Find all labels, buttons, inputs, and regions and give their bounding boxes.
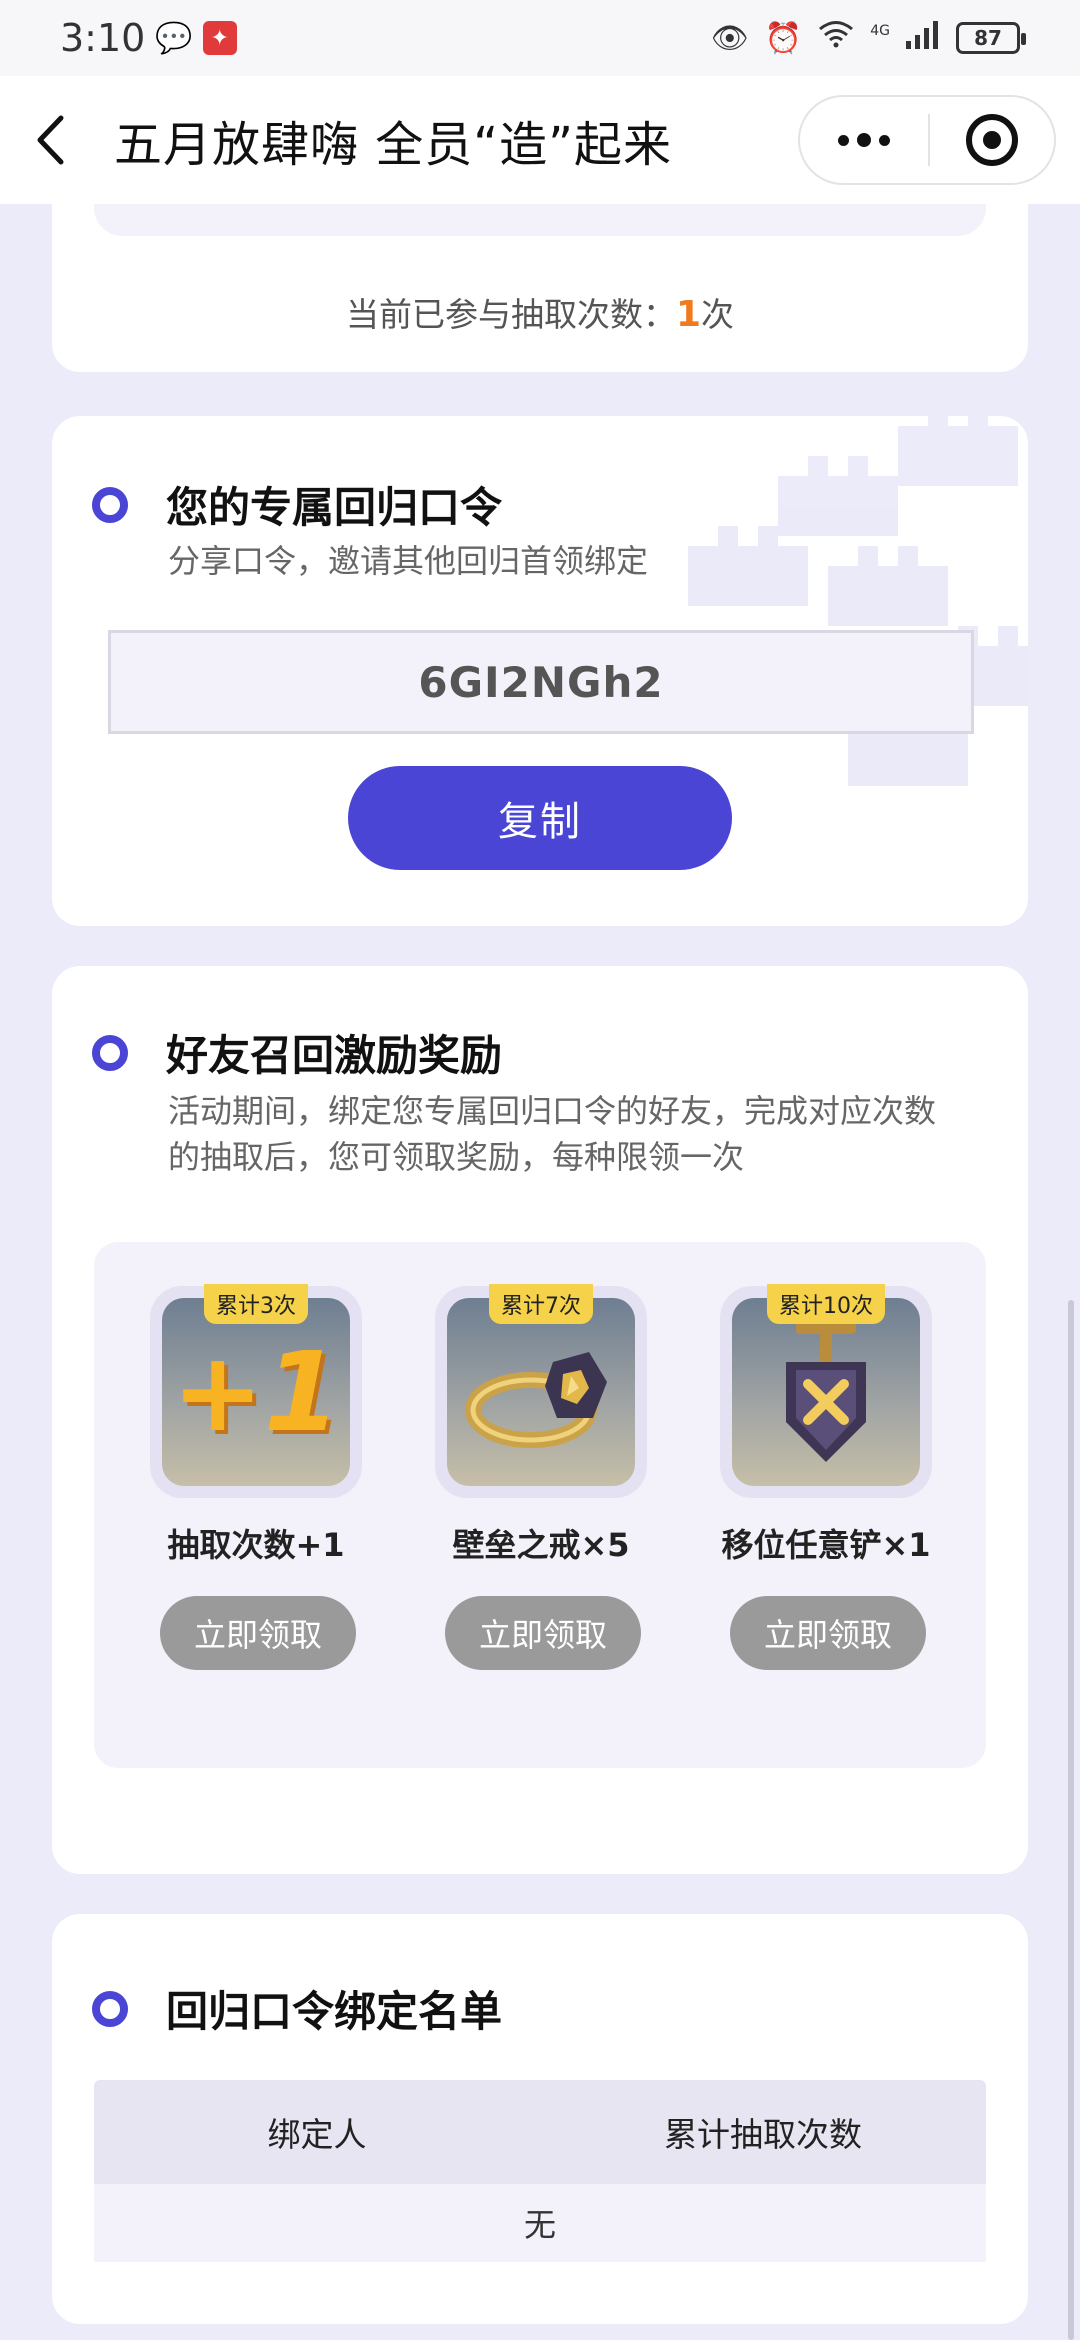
reward-name: 壁垒之戒×5: [452, 1526, 630, 1564]
status-right: 👁 ⏰ 4G 87: [710, 19, 1026, 57]
target-icon: [966, 114, 1018, 166]
alarm-icon: ⏰: [764, 20, 803, 56]
claim-button[interactable]: 立即领取: [160, 1596, 356, 1670]
signal-icon: [906, 19, 940, 57]
participation-label: 当前已参与抽取次数：: [345, 295, 676, 334]
ring-icon: [447, 1298, 635, 1486]
reward-frame: 累计7次: [435, 1284, 647, 1498]
participation-unit: 次: [701, 295, 735, 334]
return-code-card: 您的专属回归口令 分享口令，邀请其他回归首领绑定 6GI2NGh2 复制: [52, 416, 1028, 926]
wifi-icon: [818, 20, 854, 56]
plus-one-icon: +1: [162, 1298, 350, 1486]
participation-count: 当前已参与抽取次数：1次: [52, 288, 1028, 336]
table-header: 绑定人 累计抽取次数: [94, 2080, 986, 2184]
back-button[interactable]: [0, 76, 100, 204]
app-notification-icon: ✦: [202, 21, 237, 55]
mini-program-capsule: [798, 95, 1056, 185]
reward-item: +1 累计3次 抽取次数+1 立即领取: [150, 1284, 362, 1670]
section-header: 好友召回激励奖励: [92, 1022, 502, 1083]
battery-icon: 87: [956, 22, 1026, 54]
binding-list-card: 回归口令绑定名单 绑定人 累计抽取次数 无: [52, 1914, 1028, 2324]
section-title: 好友召回激励奖励: [166, 1031, 503, 1080]
section-title: 回归口令绑定名单: [166, 1987, 503, 2036]
more-button[interactable]: [800, 97, 928, 183]
page-content[interactable]: 当前已参与抽取次数：1次 您的专属回归口令 分享口令，邀请其他回归首领绑定 6G…: [0, 204, 1080, 2340]
copy-button[interactable]: 复制: [348, 766, 732, 870]
scrollbar[interactable]: [1068, 1300, 1074, 2340]
status-bar: 3:10 💬 ✦ 👁 ⏰ 4G 87: [0, 0, 1080, 76]
table-empty-row: 无: [94, 2184, 986, 2262]
network-type: 4G: [870, 23, 890, 39]
subtitle-line: 活动期间，绑定您专属回归口令的好友，完成对应次数: [168, 1092, 937, 1130]
friend-reward-card: 好友召回激励奖励 活动期间，绑定您专属回归口令的好友，完成对应次数 的抽取后，您…: [52, 966, 1028, 1874]
reward-tag: 累计3次: [204, 1284, 308, 1324]
medal-icon: [732, 1298, 920, 1486]
section-bullet-icon: [92, 486, 128, 523]
section-bullet-icon: [92, 1034, 128, 1071]
reward-panel: +1 累计3次 抽取次数+1 立即领取 累计7次 壁垒之戒×5 立即领取 累计1…: [94, 1242, 986, 1768]
section-subtitle: 活动期间，绑定您专属回归口令的好友，完成对应次数 的抽取后，您可领取奖励，每种限…: [168, 1088, 936, 1180]
draw-count-card: 当前已参与抽取次数：1次: [52, 204, 1028, 372]
status-time: 3:10: [60, 16, 146, 60]
column-header-count: 累计抽取次数: [664, 2115, 862, 2154]
more-dot-icon: [879, 134, 890, 146]
status-left: 3:10 💬 ✦: [60, 16, 237, 60]
section-header: 您的专属回归口令: [92, 474, 502, 535]
claim-button[interactable]: 立即领取: [730, 1596, 926, 1670]
section-header: 回归口令绑定名单: [92, 1978, 502, 2039]
more-dot-icon: [857, 133, 871, 147]
reward-item: 累计10次 移位任意铲×1 立即领取: [720, 1284, 932, 1670]
binding-table: 绑定人 累计抽取次数 无: [94, 2080, 986, 2262]
section-subtitle: 分享口令，邀请其他回归首领绑定: [168, 542, 649, 580]
eye-icon: 👁: [710, 20, 749, 56]
more-dot-icon: [838, 134, 849, 146]
reward-frame: +1 累计3次: [150, 1284, 362, 1498]
section-bullet-icon: [92, 1990, 128, 2027]
nav-bar: 五月放肆嗨 全员“造”起来: [0, 76, 1080, 204]
section-title: 您的专属回归口令: [166, 483, 503, 532]
reward-name: 抽取次数+1: [167, 1526, 345, 1564]
reward-frame: 累计10次: [720, 1284, 932, 1498]
reward-item: 累计7次 壁垒之戒×5 立即领取: [435, 1284, 647, 1670]
return-code-field[interactable]: 6GI2NGh2: [108, 630, 974, 734]
page-title: 五月放肆嗨 全员“造”起来: [114, 117, 672, 173]
card-inner-strip: [94, 204, 986, 236]
subtitle-line: 的抽取后，您可领取奖励，每种限领一次: [168, 1138, 745, 1176]
reward-tag: 累计7次: [489, 1284, 593, 1324]
claim-button[interactable]: 立即领取: [445, 1596, 641, 1670]
chat-notification-icon: 💬: [155, 20, 193, 56]
reward-name: 移位任意铲×1: [721, 1526, 931, 1564]
reward-tag: 累计10次: [767, 1284, 885, 1324]
chevron-left-icon: [37, 115, 64, 165]
close-mini-program-button[interactable]: [930, 97, 1054, 183]
participation-number: 1: [675, 294, 702, 335]
column-header-binder: 绑定人: [267, 2115, 367, 2154]
